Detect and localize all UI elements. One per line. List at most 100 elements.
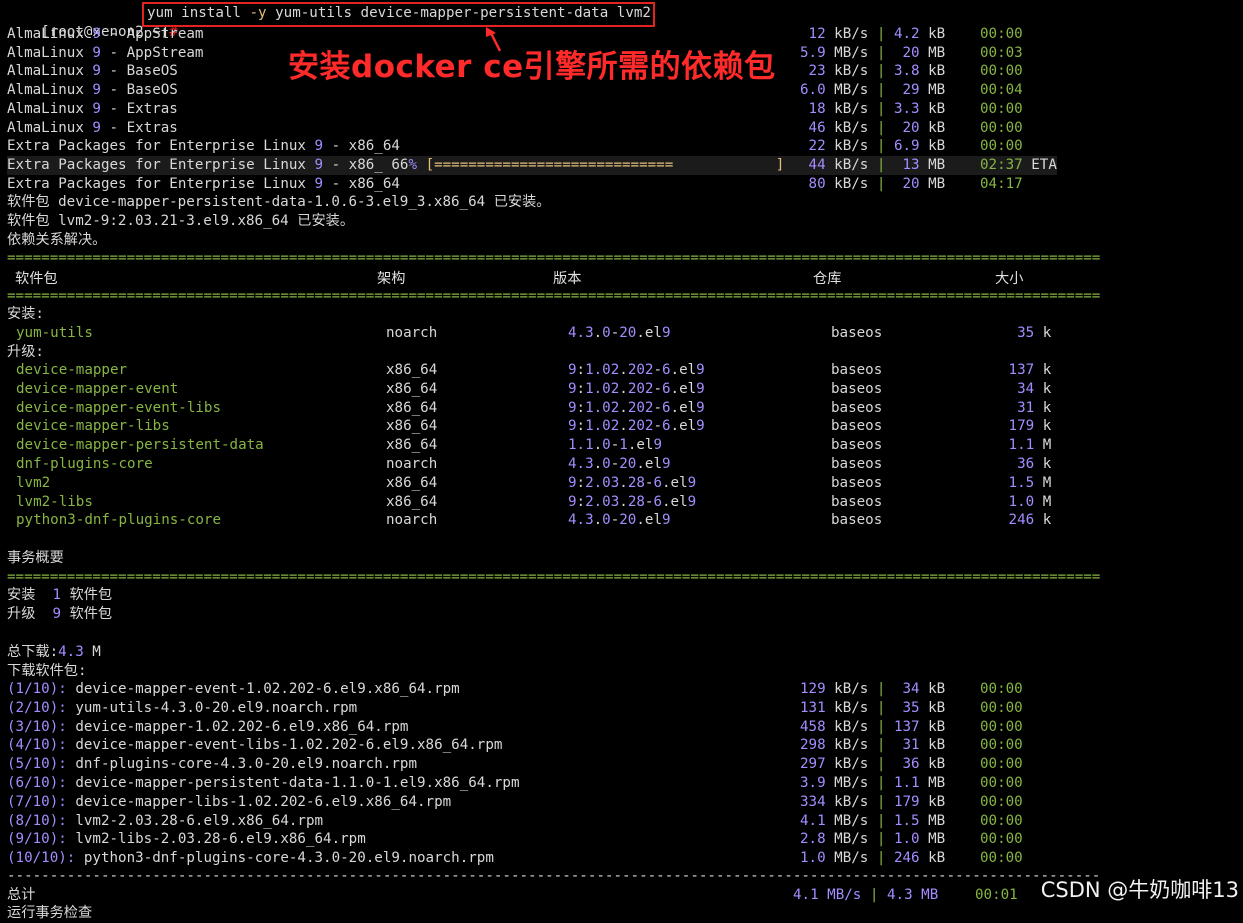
package-size: 34 k	[1000, 380, 1052, 397]
watermark: CSDN @牛奶咖啡13	[1040, 878, 1239, 902]
package-name: dnf-plugins-core	[16, 456, 153, 472]
repo-speed-size: 46 kB/s | 20 kB	[800, 119, 946, 136]
total-speed: 4.1 MB/s | 4.3 MB	[793, 887, 939, 903]
total-speed-value: 4.1 MB/s	[793, 887, 862, 903]
repo-time: 04:17	[980, 175, 1023, 192]
package-size: 1.1 M	[1000, 437, 1052, 454]
download-speed-size: 129 kB/s | 34 kB	[800, 681, 946, 697]
repo-line: Extra Packages for Enterprise Linux 9 - …	[7, 175, 400, 192]
download-time: 00:00	[980, 831, 1023, 848]
download-speed-size: 131 kB/s | 35 kB	[800, 699, 946, 716]
package-name: device-mapper-event-libs	[16, 399, 221, 416]
note-line: 依赖关系解决。	[7, 232, 107, 248]
downloading-label: 下载软件包:	[7, 663, 87, 679]
package-version: 4.3.0-20.el9	[568, 456, 671, 472]
header-repo: 仓库	[813, 271, 842, 287]
download-time: 00:00	[980, 699, 1023, 716]
summary-title: 事务概要	[7, 550, 64, 566]
package-arch: noarch	[386, 325, 438, 341]
package-size: 36 k	[1000, 456, 1052, 472]
repo-speed-size: 80 kB/s | 20 MB	[800, 175, 946, 192]
download-speed-size: 4.1 MB/s | 1.5 MB	[800, 812, 946, 829]
repo-speed-size: 23 kB/s | 3.8 kB	[800, 63, 946, 80]
separator: ========================================…	[7, 250, 1101, 266]
header-package: 软件包	[15, 271, 58, 287]
download-time: 00:00	[980, 793, 1023, 810]
download-speed-size: 298 kB/s | 31 kB	[800, 737, 946, 754]
package-version: 9:1.02.202-6.el9	[568, 399, 705, 416]
download-line: (7/10): device-mapper-libs-1.02.202-6.el…	[7, 793, 452, 810]
package-version: 9:1.02.202-6.el9	[568, 380, 705, 397]
download-line: (5/10): dnf-plugins-core-4.3.0-20.el9.no…	[7, 756, 418, 773]
package-arch: x86_64	[386, 399, 438, 416]
package-arch: x86_64	[386, 362, 438, 378]
total-size-value: 4.3 MB	[886, 887, 939, 903]
download-time: 00:00	[980, 737, 1023, 754]
package-version: 4.3.0-20.el9	[568, 325, 671, 341]
repo-time: 00:03	[980, 44, 1023, 61]
package-arch: noarch	[386, 512, 438, 529]
repo-speed-size: 44 kB/s | 13 MB	[800, 156, 946, 173]
package-arch: x86_64	[386, 437, 438, 454]
repo-time: 02:37 ETA	[980, 156, 1057, 173]
download-line: (3/10): device-mapper-1.02.202-6.el9.x86…	[7, 718, 409, 735]
repo-speed-size: 5.9 MB/s | 20 MB	[800, 44, 946, 61]
annotation-text: 安装docker ce引擎所需的依赖包	[288, 49, 776, 85]
header-version: 版本	[553, 271, 582, 287]
package-version: 1.1.0-1.el9	[568, 437, 662, 454]
package-repo: baseos	[831, 437, 883, 454]
package-size: 35 k	[1000, 325, 1052, 341]
package-name: lvm2-libs	[16, 493, 93, 510]
repo-speed-size: 6.0 MB/s | 29 MB	[800, 82, 946, 99]
download-time: 00:00	[980, 756, 1023, 773]
package-name: device-mapper-event	[16, 380, 179, 397]
package-size: 246 k	[1000, 512, 1052, 529]
package-repo: baseos	[831, 325, 883, 341]
repo-line: AlmaLinux 9 - AppStream	[7, 26, 204, 42]
download-speed-size: 297 kB/s | 36 kB	[800, 756, 946, 773]
repo-time: 00:00	[980, 119, 1023, 136]
package-repo: baseos	[831, 512, 883, 529]
download-time: 00:00	[980, 775, 1023, 791]
package-size: 179 k	[1000, 418, 1052, 435]
command-text: yum install -y yum-utils device-mapper-p…	[147, 5, 651, 21]
package-repo: baseos	[831, 380, 883, 397]
package-version: 9:1.02.202-6.el9	[568, 362, 705, 378]
dash-separator: ----------------------------------------…	[7, 868, 1101, 884]
package-repo: baseos	[831, 456, 883, 472]
package-version: 4.3.0-20.el9	[568, 512, 671, 529]
repo-line: AlmaLinux 9 - BaseOS	[7, 63, 178, 80]
repo-speed-size: 18 kB/s | 3.3 kB	[800, 100, 946, 117]
repo-time: 00:04	[980, 82, 1023, 99]
upgrade-label: 升级:	[7, 344, 44, 360]
note-line: 软件包 lvm2-9:2.03.21-3.el9.x86_64 已安装。	[7, 213, 355, 229]
repo-speed-size: 22 kB/s | 6.9 kB	[800, 138, 946, 155]
total-download: 总下载:4.3 M	[7, 644, 101, 660]
download-speed-size: 334 kB/s | 179 kB	[800, 793, 946, 810]
package-arch: x86_64	[386, 380, 438, 397]
download-line: (2/10): yum-utils-4.3.0-20.el9.noarch.rp…	[7, 699, 358, 716]
package-arch: x86_64	[386, 493, 438, 510]
package-name: yum-utils	[16, 325, 93, 341]
repo-line: AlmaLinux 9 - Extras	[7, 119, 178, 136]
download-line: (4/10): device-mapper-event-libs-1.02.20…	[7, 737, 503, 754]
download-line: (6/10): device-mapper-persistent-data-1.…	[7, 775, 520, 791]
download-time: 00:00	[980, 681, 1023, 697]
download-time: 00:00	[980, 850, 1023, 867]
package-size: 1.5 M	[1000, 474, 1052, 491]
package-repo: baseos	[831, 474, 883, 491]
download-speed-size: 3.9 MB/s | 1.1 MB	[800, 775, 946, 791]
package-repo: baseos	[831, 493, 883, 510]
separator: ========================================…	[7, 288, 1101, 304]
summary-install: 安装 1 软件包	[7, 587, 113, 603]
repo-line: AlmaLinux 9 - Extras	[7, 100, 178, 117]
package-version: 9:2.03.28-6.el9	[568, 493, 697, 510]
package-repo: baseos	[831, 362, 883, 378]
repo-time: 00:00	[980, 100, 1023, 117]
package-arch: noarch	[386, 456, 438, 472]
annotation-arrow-icon	[486, 27, 502, 52]
repo-line: Extra Packages for Enterprise Linux 9 - …	[7, 138, 400, 155]
download-line: (10/10): python3-dnf-plugins-core-4.3.0-…	[7, 850, 494, 867]
terminal-window[interactable]: [root@xenon2 ~]# yum install -y yum-util…	[0, 0, 1243, 921]
package-version: 9:1.02.202-6.el9	[568, 418, 705, 435]
